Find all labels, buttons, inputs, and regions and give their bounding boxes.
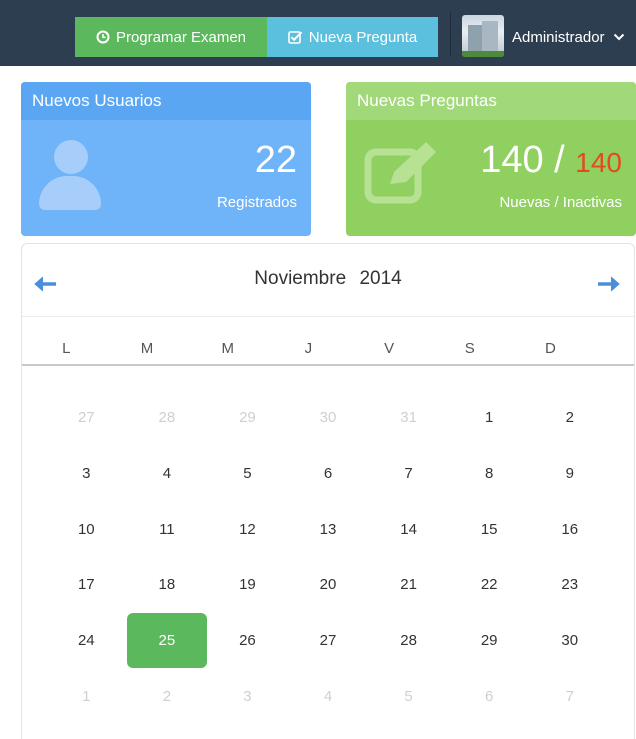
new-users-title: Nuevos Usuarios bbox=[21, 82, 311, 120]
weekday-label: V bbox=[384, 340, 395, 357]
calendar-day[interactable]: 19 bbox=[207, 557, 288, 613]
new-users-card[interactable]: Nuevos Usuarios 22 Registrados bbox=[21, 82, 311, 236]
calendar-year: 2014 bbox=[359, 268, 402, 289]
calendar-day[interactable]: 29 bbox=[207, 390, 288, 446]
weekday-label: M bbox=[140, 340, 154, 357]
calendar-day[interactable]: 1 bbox=[449, 390, 530, 446]
weekday-divider bbox=[22, 364, 634, 366]
calendar-week-row: 27 28 29 30 31 1 2 bbox=[46, 390, 610, 446]
calendar-day[interactable]: 16 bbox=[529, 501, 610, 557]
new-questions-count: 140 bbox=[480, 139, 544, 181]
avatar[interactable] bbox=[462, 15, 504, 57]
weekday-label: D bbox=[545, 340, 556, 357]
calendar-grid: 27 28 29 30 31 1 2 3 4 5 6 7 8 9 10 11 12 13 14 15 16 17 18 19 2… bbox=[46, 390, 610, 724]
new-users-subtitle: Registrados bbox=[216, 194, 297, 211]
weekday-label: L bbox=[62, 340, 71, 357]
calendar-day[interactable]: 28 bbox=[127, 390, 208, 446]
calendar-day[interactable]: 18 bbox=[127, 557, 208, 613]
calendar-day[interactable]: 5 bbox=[207, 446, 288, 502]
weekday-label: M bbox=[221, 340, 234, 357]
calendar-day-today[interactable]: 25 bbox=[126, 612, 208, 669]
calendar-day[interactable]: 14 bbox=[368, 501, 449, 557]
calendar-day[interactable]: 15 bbox=[449, 501, 530, 557]
calendar-day[interactable]: 8 bbox=[449, 446, 530, 502]
weekday-label: J bbox=[304, 340, 313, 357]
calendar-day[interactable]: 2 bbox=[127, 668, 208, 724]
calendar-day[interactable]: 20 bbox=[288, 557, 369, 613]
calendar-week-row: 3456789 bbox=[46, 446, 610, 502]
arrow-right-icon[interactable] bbox=[596, 274, 622, 294]
calendar-day[interactable]: 3 bbox=[46, 446, 127, 502]
new-questions-count-group: 140 / 140 bbox=[480, 140, 622, 183]
calendar-day[interactable]: 1 bbox=[46, 668, 127, 724]
calendar-day[interactable]: 22 bbox=[449, 557, 530, 613]
navbar-divider bbox=[450, 12, 451, 56]
calendar-day[interactable]: 30 bbox=[529, 613, 610, 669]
calendar-day[interactable]: 3 bbox=[207, 668, 288, 724]
calendar-day[interactable]: 9 bbox=[529, 446, 610, 502]
top-navbar: Programar Examen Nueva Pregunta Administ… bbox=[0, 0, 636, 66]
calendar-day[interactable]: 27 bbox=[288, 613, 369, 669]
calendar-day[interactable]: 27 bbox=[46, 390, 127, 446]
new-users-count: 22 bbox=[254, 139, 297, 181]
check-square-icon bbox=[287, 31, 303, 44]
calendar-day[interactable]: 6 bbox=[449, 668, 530, 724]
calendar-day[interactable]: 21 bbox=[368, 557, 449, 613]
count-separator: / bbox=[543, 139, 576, 181]
calendar-day[interactable]: 12 bbox=[207, 501, 288, 557]
clock-icon bbox=[96, 30, 110, 44]
calendar-day[interactable]: 6 bbox=[288, 446, 369, 502]
calendar-day[interactable]: 2 bbox=[529, 390, 610, 446]
new-question-button[interactable]: Nueva Pregunta bbox=[267, 17, 438, 57]
calendar-day[interactable]: 10 bbox=[46, 501, 127, 557]
calendar-week-row: 17 18 19 20 21 22 23 bbox=[46, 557, 610, 613]
calendar-title: Noviembre 2014 bbox=[22, 268, 634, 290]
new-questions-subtitle: Nuevas / Inactivas bbox=[499, 194, 622, 211]
new-question-label: Nueva Pregunta bbox=[308, 28, 418, 46]
calendar-day[interactable]: 17 bbox=[46, 557, 127, 613]
calendar-day[interactable]: 7 bbox=[529, 668, 610, 724]
program-exam-label: Programar Examen bbox=[115, 28, 247, 46]
program-exam-button[interactable]: Programar Examen bbox=[75, 17, 267, 57]
user-name: Administrador bbox=[512, 28, 605, 46]
calendar-divider bbox=[22, 316, 634, 317]
calendar-week-row: 10 11 12 13 14 15 16 bbox=[46, 501, 610, 557]
weekday-label: S bbox=[464, 340, 475, 357]
calendar-day[interactable]: 11 bbox=[127, 501, 208, 557]
new-questions-card[interactable]: Nuevas Preguntas 140 / 140 Nuevas / Inac… bbox=[346, 82, 636, 236]
new-questions-title: Nuevas Preguntas bbox=[346, 82, 636, 120]
edit-icon bbox=[364, 142, 436, 204]
calendar-day[interactable]: 4 bbox=[288, 668, 369, 724]
calendar-day[interactable]: 23 bbox=[529, 557, 610, 613]
calendar-week-row: 1234567 bbox=[46, 668, 610, 724]
calendar-day[interactable]: 28 bbox=[368, 613, 449, 669]
calendar-day[interactable]: 24 bbox=[46, 613, 127, 669]
calendar-header: Noviembre 2014 bbox=[22, 244, 634, 316]
calendar-day[interactable]: 30 bbox=[288, 390, 369, 446]
calendar-widget: Noviembre 2014 LMMJVSD 27 28 29 30 31 1 2 3 4 5 6 7… bbox=[21, 243, 635, 739]
inactive-count: 140 bbox=[575, 147, 622, 178]
chevron-down-icon bbox=[613, 33, 624, 41]
calendar-week-row: 24 25 26 27 28 29 30 bbox=[46, 612, 610, 669]
calendar-day[interactable]: 29 bbox=[449, 613, 530, 669]
calendar-day[interactable]: 26 bbox=[207, 613, 288, 669]
calendar-day[interactable]: 4 bbox=[127, 446, 208, 502]
weekday-header: LMMJVSD bbox=[26, 340, 634, 364]
calendar-day[interactable]: 5 bbox=[368, 668, 449, 724]
calendar-day[interactable]: 13 bbox=[288, 501, 369, 557]
calendar-month: Noviembre bbox=[254, 268, 347, 289]
user-icon bbox=[39, 140, 101, 210]
calendar-day[interactable]: 7 bbox=[368, 446, 449, 502]
user-menu[interactable]: Administrador bbox=[512, 17, 625, 57]
calendar-day[interactable]: 31 bbox=[368, 390, 449, 446]
